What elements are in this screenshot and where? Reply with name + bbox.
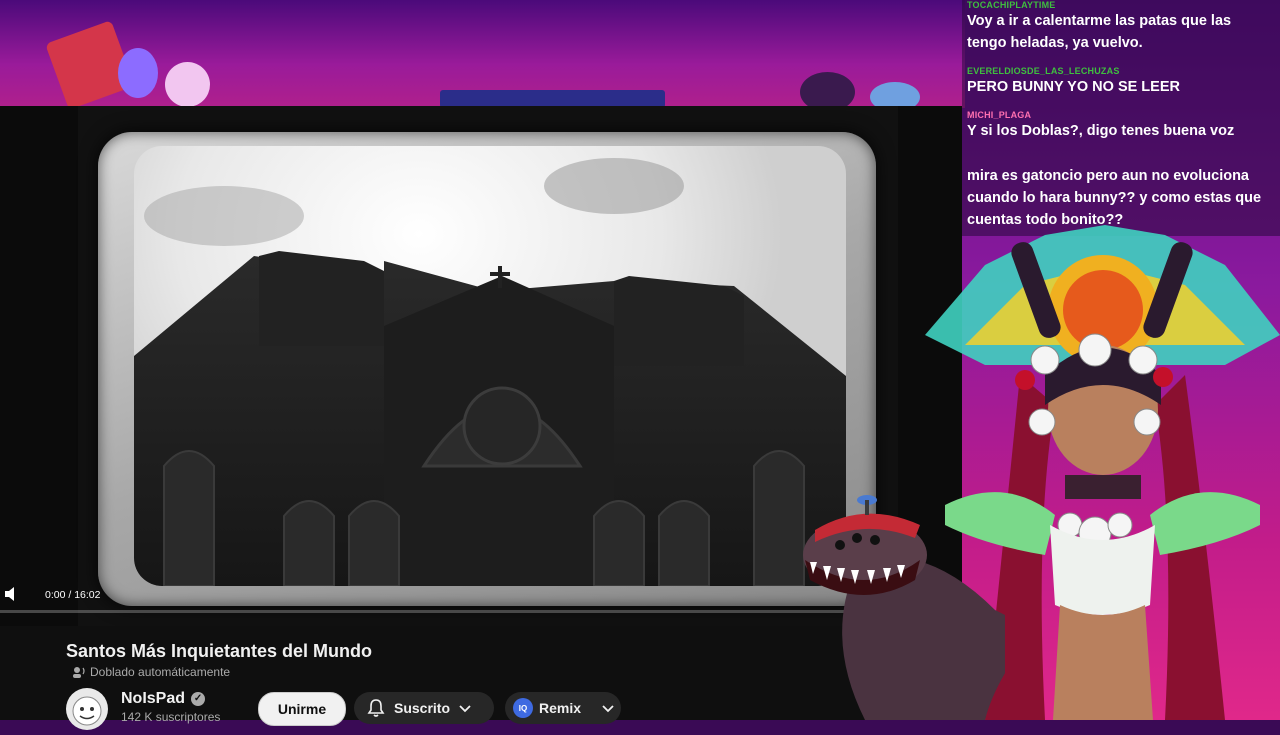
channel-name[interactable]: NoIsPad <box>121 690 185 708</box>
dubbing-icon <box>73 667 85 678</box>
chat-message: mira es gatoncio pero aun no evoluciona … <box>967 154 1267 231</box>
subscriber-count: 142 K suscriptores <box>121 710 221 724</box>
chevron-down-icon <box>602 705 614 713</box>
chat-username <box>967 154 1267 165</box>
stream-chat: TOCACHIPLAYTIME Voy a ir a calentarme la… <box>962 0 1280 236</box>
verified-icon: ✓ <box>191 692 206 706</box>
avatar-mascot-icon <box>72 696 102 726</box>
chat-text: PERO BUNNY YO NO SE LEER <box>967 79 1180 95</box>
church-image <box>134 158 846 586</box>
decor-character-3 <box>800 72 855 108</box>
chat-text: Y si los Doblas?, digo tenes buena voz <box>967 123 1235 139</box>
chat-message: TOCACHIPLAYTIME Voy a ir a calentarme la… <box>967 0 1267 54</box>
remix-badge-icon: IQ <box>513 698 533 718</box>
channel-name-row[interactable]: NoIsPad ✓ <box>121 690 206 708</box>
decor-character-1 <box>118 48 158 98</box>
chat-username: MICHI_PLAGA <box>967 110 1032 120</box>
channel-avatar[interactable] <box>66 688 108 730</box>
chevron-down-icon <box>459 705 471 713</box>
stream-overlay-header <box>0 0 965 108</box>
join-button[interactable]: Unirme <box>258 692 346 726</box>
companion-creature <box>803 495 1005 720</box>
video-content[interactable] <box>134 146 846 586</box>
chat-username: EVERELDIOSDE_LAS_LECHUZAS <box>967 66 1120 76</box>
chat-message: EVERELDIOSDE_LAS_LECHUZAS PERO BUNNY YO … <box>967 66 1267 98</box>
decor-character-4 <box>870 82 920 108</box>
subscribed-button[interactable]: Suscrito <box>354 692 494 724</box>
bell-icon <box>367 699 385 717</box>
chat-text: mira es gatoncio pero aun no evoluciona … <box>967 168 1262 228</box>
remix-button[interactable]: IQ Remix <box>505 692 621 724</box>
dub-indicator: Doblado automáticamente <box>72 665 230 679</box>
chat-message: MICHI_PLAGA Y si los Doblas?, digo tenes… <box>967 110 1267 142</box>
dub-label: Doblado automáticamente <box>90 665 231 679</box>
decor-character-2 <box>165 62 210 107</box>
video-title: Santos Más Inquietantes del Mundo <box>66 641 373 661</box>
time-display: 0:00 / 16:02 <box>45 589 101 601</box>
chat-text: Voy a ir a calentarme las patas que las … <box>967 13 1232 51</box>
subscribed-label: Suscrito <box>394 700 451 716</box>
remix-label: Remix <box>539 700 582 716</box>
volume-icon[interactable] <box>4 586 18 602</box>
chat-username: TOCACHIPLAYTIME <box>967 0 1056 10</box>
